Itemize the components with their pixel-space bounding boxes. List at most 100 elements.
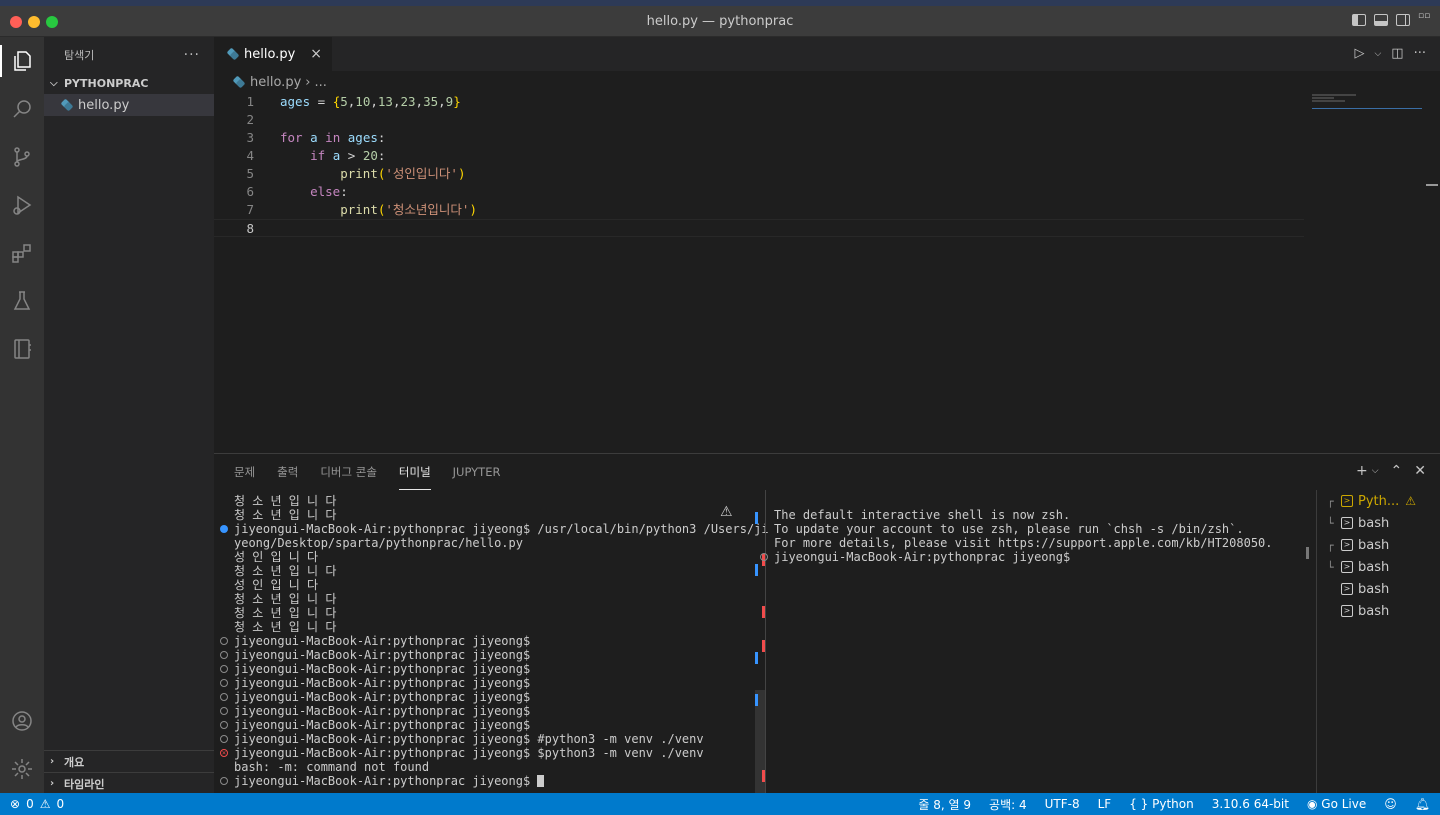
accounts-icon[interactable] [0,701,44,741]
toggle-secondary-sidebar-icon[interactable] [1396,14,1410,26]
command-decoration-icon[interactable] [220,679,228,687]
panel-tab[interactable]: 디버그 콘솔 [320,454,377,490]
terminal-right-scrollbar[interactable] [1306,547,1309,559]
terminal-tab-item[interactable]: └ > bash [1317,512,1440,534]
command-decoration-icon[interactable] [760,553,768,561]
python-interpreter[interactable]: 3.10.6 64-bit [1212,797,1289,811]
breadcrumb-symbol[interactable]: ... [314,75,326,90]
terminal-line: bash: -m: command not found [234,760,430,774]
command-success-icon[interactable] [220,525,228,533]
encoding[interactable]: UTF-8 [1045,797,1080,811]
breadcrumb-separator-icon: › [305,74,311,90]
terminal-tab-item[interactable]: ┌ > bash [1317,534,1440,556]
breadcrumb-file[interactable]: hello.py [250,75,301,90]
code-line[interactable]: 1 ages = {5,10,13,23,35,9} [214,93,1304,111]
line-number: 7 [246,202,254,217]
terminal-left[interactable]: 청 소 년 입 니 다청 소 년 입 니 다 jiyeongui-MacBook-… [220,494,769,788]
line-source: for a in ages: [280,130,386,145]
problems-indicator[interactable]: ⊗ 0 ⚠ 0 [0,797,64,811]
explorer-icon[interactable] [0,41,44,81]
window-title: hello.py — pythonprac [646,14,794,29]
editor-actions: ▷ ⌵ ◫ ··· [1354,46,1426,61]
end-of-line[interactable]: LF [1098,797,1112,811]
command-decoration-icon[interactable] [220,637,228,645]
notifications-bell-icon[interactable]: 🔔︎ [1415,797,1430,811]
close-panel-icon[interactable]: ✕ [1414,463,1426,479]
command-failed-icon[interactable]: × [220,749,228,757]
new-terminal-icon[interactable]: + [1356,463,1368,479]
language-mode[interactable]: { } Python [1129,797,1194,811]
code-line[interactable]: 2 [214,111,1304,129]
maximize-panel-chevron-up-icon[interactable]: ⌃ [1391,463,1403,479]
scrollbar-marker [755,694,758,706]
customize-layout-icon[interactable] [1418,11,1432,26]
manage-gear-icon[interactable] [0,749,44,789]
code-line[interactable]: 5 print('성인입니다') [214,165,1304,183]
command-decoration-icon[interactable] [220,651,228,659]
command-decoration-icon[interactable] [220,721,228,729]
command-decoration-icon[interactable] [220,693,228,701]
search-icon[interactable] [0,89,44,129]
testing-icon[interactable] [0,281,44,321]
terminal-line: 청 소 년 입 니 다 [234,564,337,578]
code-line[interactable]: 4 if a > 20: [214,147,1304,165]
command-decoration-icon[interactable] [220,665,228,673]
file-item-hello-py[interactable]: hello.py [44,94,214,116]
go-live-button[interactable]: ◉ Go Live [1307,797,1366,811]
command-decoration-icon[interactable] [220,735,228,743]
code-line[interactable]: 6 else: [214,183,1304,201]
chevron-right-icon: › [50,756,55,767]
error-icon: ⊗ [10,797,21,811]
terminal-tab-item[interactable]: └ > bash [1317,556,1440,578]
run-python-file-icon[interactable]: ▷ [1354,46,1364,61]
terminal-tab-label: bash [1358,515,1390,531]
terminal-right[interactable]: The default interactive shell is now zsh… [760,494,1314,564]
run-dropdown-chevron-icon[interactable]: ⌵ [1374,49,1381,59]
code-line[interactable]: 8 [214,219,1304,237]
terminal-tab-item[interactable]: > bash [1317,600,1440,622]
toggle-panel-icon[interactable] [1374,14,1388,26]
command-decoration-icon[interactable] [220,777,228,785]
scrollbar-marker [762,640,765,652]
code-line[interactable]: 7 print('청소년입니다') [214,201,1304,219]
source-control-icon[interactable] [0,137,44,177]
tree-connector: ┌ [1327,494,1334,508]
code-editor[interactable]: 1 ages = {5,10,13,23,35,9} 2 3 for a in ages… [214,93,1304,237]
code-line[interactable]: 3 for a in ages: [214,129,1304,147]
run-debug-icon[interactable] [0,185,44,225]
more-actions-icon[interactable]: ··· [184,47,200,63]
feedback-icon[interactable]: ☺ [1384,797,1397,811]
activity-bar [0,37,44,793]
jupyter-notebook-icon[interactable] [0,329,44,369]
extensions-icon[interactable] [0,233,44,273]
outline-section[interactable]: › 개요 [44,750,214,772]
terminal-line: jiyeongui-MacBook-Air:pythonprac jiyeong… [220,676,764,690]
terminal-dropdown-chevron-icon[interactable]: ⌵ [1372,466,1379,479]
panel-tab[interactable]: JUPYTER [453,454,501,490]
split-editor-icon[interactable]: ◫ [1391,46,1403,61]
cursor-position[interactable]: 줄 8, 열 9 [918,796,971,813]
warning-icon[interactable]: ⚠ [720,504,733,520]
indentation[interactable]: 공백: 4 [989,796,1027,813]
toggle-sidebar-icon[interactable] [1352,14,1366,26]
terminal-tab-item[interactable]: > bash [1317,578,1440,600]
terminal-split-divider[interactable] [765,490,766,794]
timeline-label: 타임라인 [64,777,105,791]
panel-tab[interactable]: 문제 [234,454,255,490]
folder-pythonprac[interactable]: ⌵ PYTHONPRAC [44,72,214,94]
minimap[interactable] [1312,93,1422,109]
tab-hello-py[interactable]: hello.py × [214,37,332,71]
editor-scrollbar[interactable] [1426,184,1438,186]
more-actions-icon[interactable]: ··· [1414,46,1426,61]
line-source: ages = {5,10,13,23,35,9} [280,94,461,109]
close-tab-icon[interactable]: × [310,46,322,62]
panel-tab[interactable]: 출력 [277,454,298,490]
terminal-line: jiyeongui-MacBook-Air:pythonprac jiyeong… [220,662,764,676]
line-source: if a > 20: [310,148,386,163]
language-label: Python [1152,797,1194,811]
scrollbar-marker [755,564,758,576]
terminal-tab-item[interactable]: ┌ > Pyth... ⚠ [1317,490,1440,512]
command-decoration-icon[interactable] [220,707,228,715]
panel-tab[interactable]: 터미널 [398,454,431,490]
timeline-section[interactable]: › 타임라인 [44,772,214,794]
